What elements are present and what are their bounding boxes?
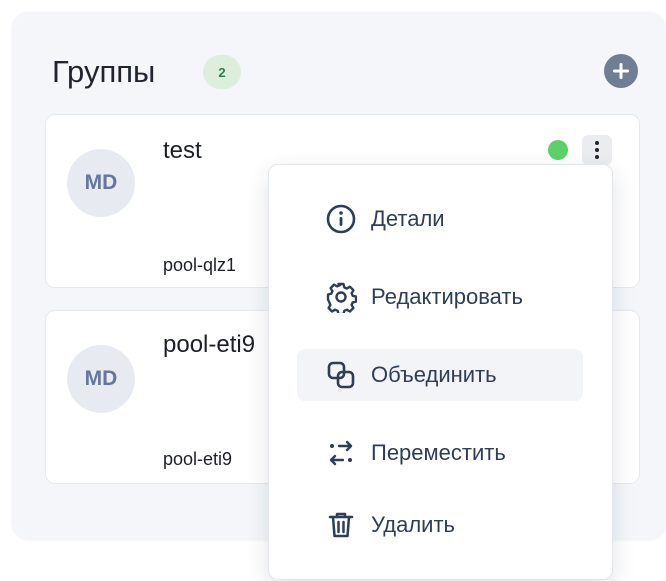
group-pool: pool-qlz1 xyxy=(163,255,237,275)
group-count-badge: 2 xyxy=(203,55,241,89)
menu-item-label: Объединить xyxy=(371,362,497,387)
trash-icon xyxy=(323,507,359,543)
avatar: MD xyxy=(67,345,135,413)
more-options-button[interactable] xyxy=(582,135,612,165)
menu-item-label: Редактировать xyxy=(371,284,523,309)
move-arrows-icon xyxy=(323,435,359,471)
group-name: test xyxy=(163,137,202,164)
page-title: Группы xyxy=(52,54,156,89)
status-indicator xyxy=(548,140,568,160)
info-icon xyxy=(323,201,359,237)
plus-circle-icon xyxy=(613,63,629,79)
menu-item-label: Переместить xyxy=(371,440,506,465)
merge-icon xyxy=(323,357,359,393)
menu-item-merge[interactable]: Объединить xyxy=(297,349,583,401)
menu-item-delete[interactable]: Удалить xyxy=(297,499,583,551)
menu-item-details[interactable]: Детали xyxy=(297,193,583,245)
gear-icon xyxy=(323,279,359,315)
menu-item-label: Детали xyxy=(371,206,445,231)
menu-item-label: Удалить xyxy=(371,512,455,537)
group-pool: pool-eti9 xyxy=(163,449,233,469)
menu-item-edit[interactable]: Редактировать xyxy=(297,271,583,323)
kebab-menu-icon xyxy=(595,141,599,145)
add-group-button[interactable] xyxy=(604,54,638,88)
context-menu: Детали Редактировать Объединить Перемест… xyxy=(268,164,613,580)
menu-item-move[interactable]: Переместить xyxy=(297,427,583,479)
group-name: pool-eti9 xyxy=(163,331,256,358)
avatar: MD xyxy=(67,149,135,217)
